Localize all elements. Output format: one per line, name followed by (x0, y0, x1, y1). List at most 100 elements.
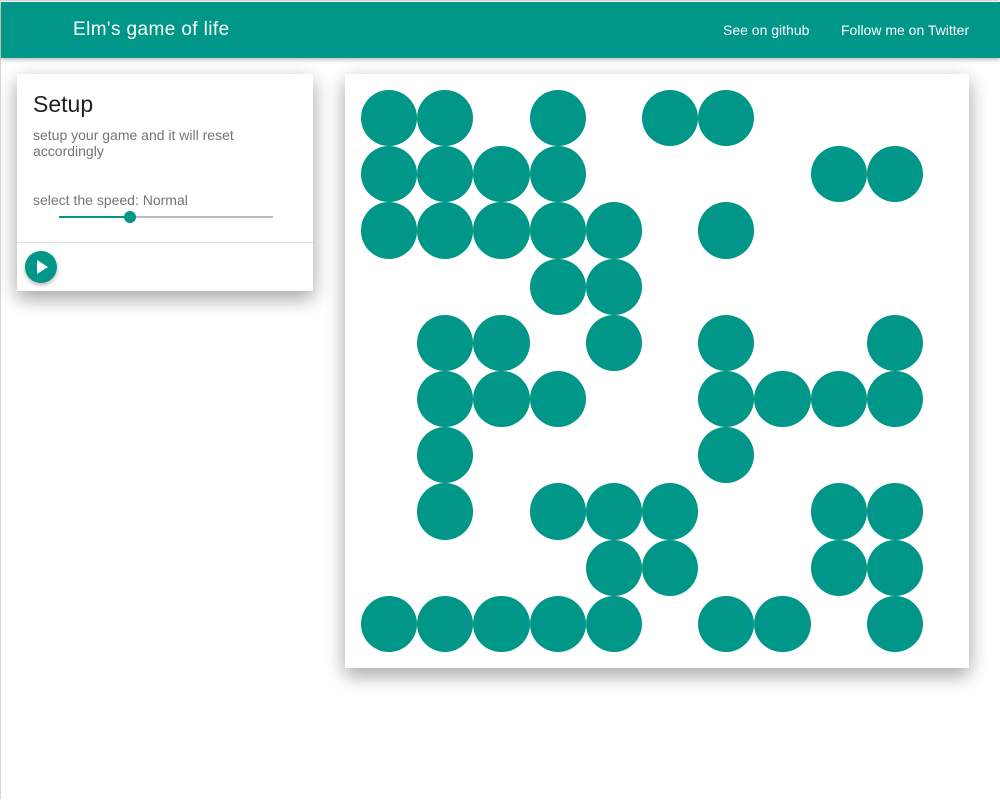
cell-dead[interactable] (698, 540, 754, 596)
cell-alive[interactable] (417, 483, 474, 540)
cell-dead[interactable] (642, 427, 698, 483)
cell-alive[interactable] (810, 483, 867, 540)
cell-dead[interactable] (867, 259, 923, 315)
cell-dead[interactable] (811, 596, 867, 652)
cell-alive[interactable] (473, 314, 530, 371)
cell-dead[interactable] (473, 259, 529, 315)
cell-alive[interactable] (866, 483, 923, 540)
cell-alive[interactable] (641, 483, 699, 540)
cell-dead[interactable] (754, 90, 810, 146)
cell-alive[interactable] (641, 90, 699, 147)
cell-alive[interactable] (529, 595, 586, 652)
cell-dead[interactable] (642, 202, 698, 258)
cell-alive[interactable] (585, 314, 642, 371)
cell-dead[interactable] (530, 427, 586, 483)
cell-alive[interactable] (754, 595, 811, 652)
cell-alive[interactable] (417, 202, 474, 259)
cell-dead[interactable] (754, 540, 810, 596)
cell-alive[interactable] (529, 370, 586, 428)
cell-dead[interactable] (530, 315, 586, 371)
cell-dead[interactable] (586, 427, 642, 483)
speed-slider[interactable] (59, 210, 273, 224)
cell-dead[interactable] (698, 146, 754, 202)
cell-alive[interactable] (698, 202, 755, 259)
cell-dead[interactable] (642, 371, 698, 427)
cell-dead[interactable] (811, 259, 867, 315)
cell-alive[interactable] (754, 370, 811, 428)
cell-alive[interactable] (698, 90, 755, 147)
cell-alive[interactable] (361, 146, 418, 203)
cell-alive[interactable] (810, 370, 867, 428)
cell-dead[interactable] (361, 371, 417, 427)
cell-alive[interactable] (810, 146, 867, 203)
cell-alive[interactable] (866, 146, 923, 203)
cell-alive[interactable] (417, 90, 474, 147)
cell-alive[interactable] (866, 595, 923, 652)
cell-dead[interactable] (698, 259, 754, 315)
cell-dead[interactable] (586, 371, 642, 427)
cell-dead[interactable] (754, 427, 810, 483)
cell-dead[interactable] (811, 315, 867, 371)
cell-alive[interactable] (361, 202, 418, 259)
cell-dead[interactable] (811, 427, 867, 483)
cell-alive[interactable] (417, 146, 474, 203)
cell-alive[interactable] (529, 258, 586, 315)
cell-alive[interactable] (473, 202, 530, 259)
cell-dead[interactable] (361, 427, 417, 483)
cell-dead[interactable] (642, 259, 698, 315)
cell-alive[interactable] (417, 595, 474, 652)
cell-alive[interactable] (698, 427, 755, 484)
cell-dead[interactable] (867, 427, 923, 483)
cell-alive[interactable] (585, 483, 642, 540)
cell-alive[interactable] (417, 370, 474, 428)
cell-dead[interactable] (811, 90, 867, 146)
cell-alive[interactable] (473, 370, 530, 428)
cell-dead[interactable] (698, 483, 754, 539)
cell-alive[interactable] (529, 90, 586, 147)
cell-alive[interactable] (585, 595, 642, 652)
cell-dead[interactable] (867, 90, 923, 146)
cell-alive[interactable] (698, 314, 755, 371)
cell-dead[interactable] (586, 146, 642, 202)
cell-dead[interactable] (754, 259, 810, 315)
cell-alive[interactable] (641, 539, 699, 596)
cell-alive[interactable] (810, 539, 867, 596)
cell-dead[interactable] (642, 596, 698, 652)
cell-alive[interactable] (529, 202, 586, 259)
cell-alive[interactable] (473, 595, 530, 652)
cell-alive[interactable] (866, 314, 923, 371)
cell-alive[interactable] (529, 146, 586, 203)
cell-dead[interactable] (361, 483, 417, 539)
cell-dead[interactable] (754, 146, 810, 202)
cell-alive[interactable] (361, 595, 418, 652)
cell-dead[interactable] (642, 146, 698, 202)
cell-dead[interactable] (417, 540, 473, 596)
cell-dead[interactable] (361, 540, 417, 596)
cell-alive[interactable] (585, 539, 642, 596)
cell-dead[interactable] (642, 315, 698, 371)
cell-dead[interactable] (754, 202, 810, 258)
cell-alive[interactable] (417, 314, 474, 371)
cell-alive[interactable] (866, 539, 923, 596)
cell-dead[interactable] (754, 483, 810, 539)
cell-alive[interactable] (585, 258, 642, 315)
cell-dead[interactable] (361, 259, 417, 315)
cell-dead[interactable] (811, 202, 867, 258)
github-link[interactable]: See on github (723, 22, 809, 38)
cell-alive[interactable] (866, 370, 923, 428)
cell-alive[interactable] (417, 427, 474, 484)
cell-alive[interactable] (529, 483, 586, 540)
cell-alive[interactable] (698, 370, 755, 428)
cell-dead[interactable] (473, 540, 529, 596)
slider-thumb[interactable] (123, 211, 136, 223)
twitter-link[interactable]: Follow me on Twitter (841, 22, 969, 38)
cell-dead[interactable] (473, 483, 529, 539)
cell-alive[interactable] (585, 202, 642, 259)
cell-dead[interactable] (586, 90, 642, 146)
cell-dead[interactable] (361, 315, 417, 371)
cell-dead[interactable] (530, 540, 586, 596)
cell-dead[interactable] (754, 315, 810, 371)
cell-alive[interactable] (361, 90, 418, 147)
cell-alive[interactable] (473, 146, 530, 203)
cell-dead[interactable] (417, 259, 473, 315)
